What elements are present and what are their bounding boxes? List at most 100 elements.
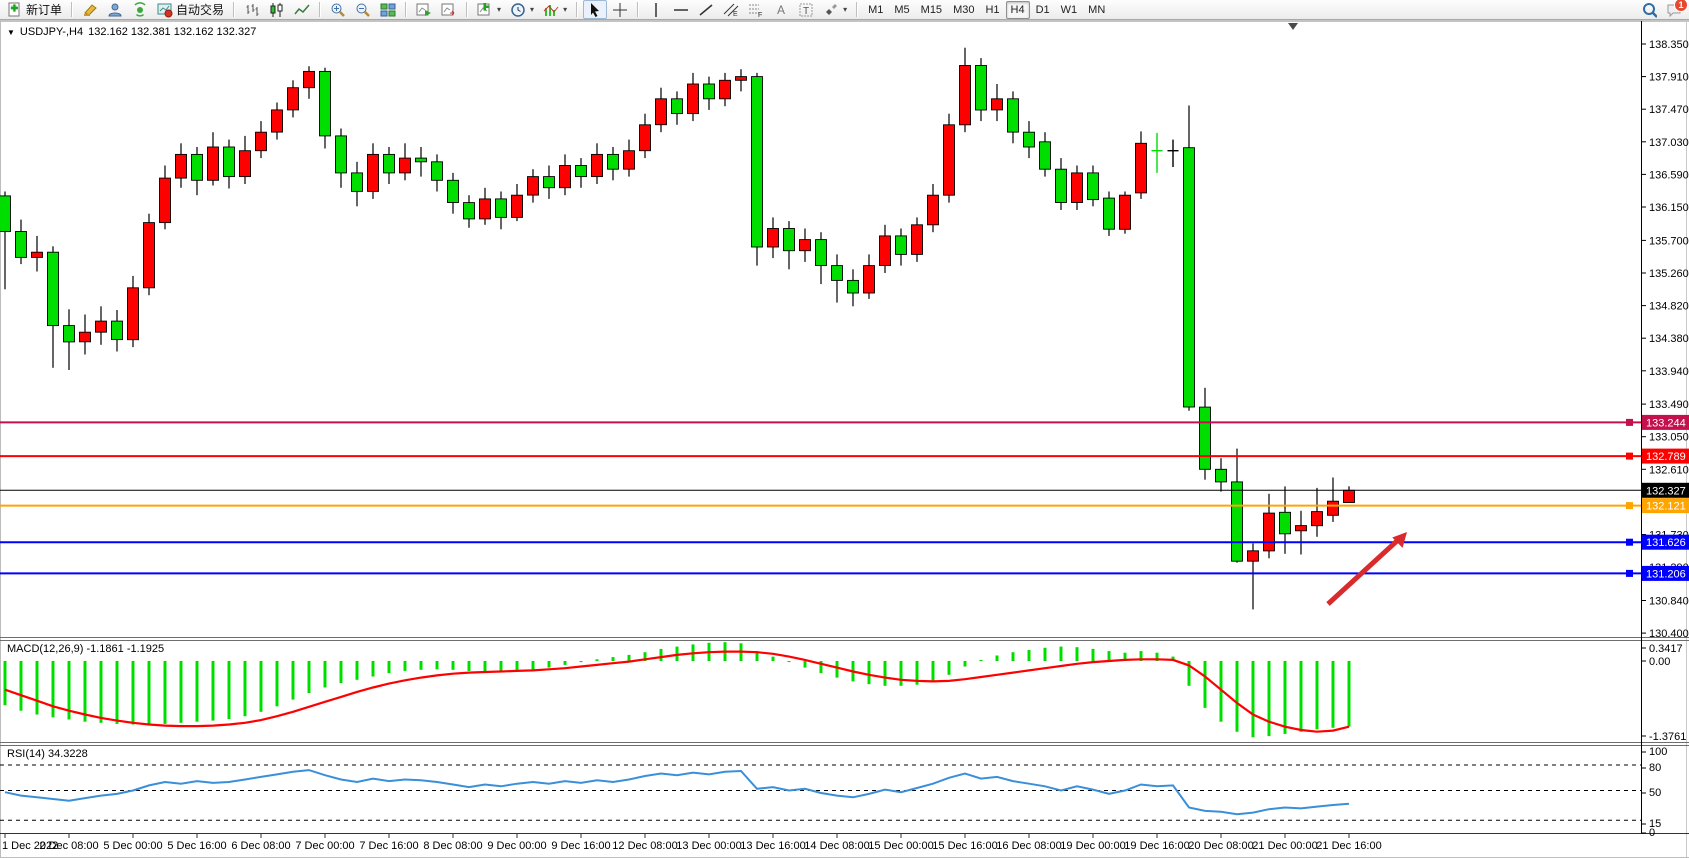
- svg-text:F: F: [758, 12, 762, 18]
- text-button[interactable]: A: [769, 0, 793, 19]
- candle-chart-button[interactable]: [265, 0, 289, 19]
- chevron-down-icon: ▾: [563, 5, 567, 14]
- chart-shift-button[interactable]: [437, 0, 461, 19]
- tf-h1[interactable]: H1: [980, 1, 1004, 19]
- hline-132.789[interactable]: [0, 453, 1641, 460]
- hline-button[interactable]: [669, 0, 693, 19]
- text-icon: A: [773, 2, 789, 18]
- price-tick-label: 135.260: [1649, 268, 1689, 280]
- time-tick-label: 7 Dec 16:00: [359, 840, 418, 852]
- channel-button[interactable]: E: [719, 0, 743, 19]
- macd-scale-label: 0.00: [1649, 656, 1670, 668]
- cursor-button[interactable]: [583, 0, 607, 19]
- search-button[interactable]: [1637, 0, 1661, 19]
- price-line-label: 131.626: [1646, 537, 1686, 549]
- chart-shift-marker[interactable]: [1288, 23, 1298, 30]
- tf-m30[interactable]: M30: [948, 1, 979, 19]
- price-tick-label: 137.910: [1649, 72, 1689, 84]
- new-chart-button[interactable]: ▾: [473, 0, 505, 19]
- toolbar-separator: [576, 2, 578, 17]
- person-icon: [107, 2, 123, 18]
- notification-badge: 1: [1674, 0, 1688, 12]
- toolbar-separator: [466, 2, 468, 17]
- candlesticks: [0, 48, 1355, 610]
- indicators-button[interactable]: ▾: [539, 0, 571, 19]
- chart-play-icon: [416, 2, 432, 18]
- price-line-label: 131.206: [1646, 568, 1686, 580]
- line-chart-icon: [294, 2, 310, 18]
- tf-m15[interactable]: M15: [916, 1, 947, 19]
- trendline-icon: [698, 2, 714, 18]
- price-tick-label: 133.940: [1649, 366, 1689, 378]
- styler-button[interactable]: [78, 0, 102, 19]
- toolbar-separator: [637, 2, 639, 17]
- chart-shift-icon: [441, 2, 457, 18]
- autotrade-button[interactable]: 自动交易: [153, 0, 228, 19]
- tf-h4[interactable]: H4: [1006, 1, 1030, 19]
- price-tick-label: 136.150: [1649, 202, 1689, 214]
- style-gold-icon: [82, 2, 98, 18]
- time-tick-label: 9 Dec 16:00: [551, 840, 610, 852]
- tf-m1[interactable]: M1: [863, 1, 888, 19]
- hline-131.206[interactable]: [0, 570, 1641, 577]
- tf-w1[interactable]: W1: [1056, 1, 1083, 19]
- toolbar-separator: [319, 2, 321, 17]
- zoom-in-button[interactable]: [326, 0, 350, 19]
- ohlc-values: 132.162 132.381 132.162 132.327: [88, 26, 256, 38]
- horizontal-lines: [0, 419, 1641, 577]
- crosshair-button[interactable]: [608, 0, 632, 19]
- chart-ohlc-title: ▼ USDJPY-,H4 132.162 132.381 132.162 132…: [7, 26, 256, 38]
- hline-icon: [673, 2, 689, 18]
- hline-132.121[interactable]: [0, 502, 1641, 509]
- time-tick-label: 5 Dec 16:00: [167, 840, 226, 852]
- vline-button[interactable]: [644, 0, 668, 19]
- macd-indicator-label: MACD(12,26,9) -1.1861 -1.1925: [7, 643, 164, 655]
- price-line-label: 132.789: [1646, 451, 1686, 463]
- signal-button[interactable]: [128, 0, 152, 19]
- bar-chart-button[interactable]: [240, 0, 264, 19]
- price-line-label: 133.244: [1646, 417, 1686, 429]
- indicators-icon: [543, 2, 559, 18]
- rsi-indicator-label: RSI(14) 34.3228: [7, 748, 88, 760]
- time-tick-label: 13 Dec 16:00: [740, 840, 805, 852]
- toolbar-button-label: 新订单: [26, 1, 62, 18]
- tile-windows-icon: [380, 2, 396, 18]
- price-tick-label: 134.380: [1649, 333, 1689, 345]
- signal-icon: [132, 2, 148, 18]
- tf-m5[interactable]: M5: [889, 1, 914, 19]
- trendline-button[interactable]: [694, 0, 718, 19]
- step-forward-button[interactable]: [412, 0, 436, 19]
- tf-mn[interactable]: MN: [1083, 1, 1110, 19]
- symbol-period-label: USDJPY-,H4: [20, 26, 83, 38]
- shapes-button[interactable]: ▾: [819, 0, 851, 19]
- time-tick-label: 21 Dec 00:00: [1252, 840, 1317, 852]
- fibo-button[interactable]: F: [744, 0, 768, 19]
- new-order-button[interactable]: 新订单: [3, 0, 66, 19]
- chevron-down-icon: ▾: [843, 5, 847, 14]
- period-button[interactable]: ▾: [506, 0, 538, 19]
- time-tick-label: 19 Dec 00:00: [1060, 840, 1125, 852]
- label-button[interactable]: T: [794, 0, 818, 19]
- price-tick-label: 137.030: [1649, 137, 1689, 149]
- tf-d1[interactable]: D1: [1031, 1, 1055, 19]
- cursor-icon: [587, 2, 603, 18]
- search-icon: [1641, 2, 1657, 18]
- profile-button[interactable]: [103, 0, 127, 19]
- macd-signal-line: [5, 652, 1349, 732]
- collapse-triangle-icon[interactable]: ▼: [7, 28, 15, 37]
- crosshair-icon: [612, 2, 628, 18]
- price-tick-label: 130.840: [1649, 596, 1689, 608]
- line-chart-button[interactable]: [290, 0, 314, 19]
- price-tick-label: 130.400: [1649, 628, 1689, 640]
- price-tick-label: 138.350: [1649, 39, 1689, 51]
- channel-icon: E: [723, 2, 739, 18]
- zoom-out-button[interactable]: [351, 0, 375, 19]
- rsi-scale-label: 80: [1649, 762, 1661, 774]
- toolbar-separator: [405, 2, 407, 17]
- time-axis: 1 Dec 20222 Dec 08:005 Dec 00:005 Dec 16…: [2, 833, 1382, 852]
- chat-button[interactable]: 1: [1662, 0, 1686, 19]
- time-tick-label: 6 Dec 08:00: [231, 840, 290, 852]
- tile-windows-button[interactable]: [376, 0, 400, 19]
- time-tick-label: 12 Dec 08:00: [612, 840, 677, 852]
- hline-133.244[interactable]: [0, 419, 1641, 426]
